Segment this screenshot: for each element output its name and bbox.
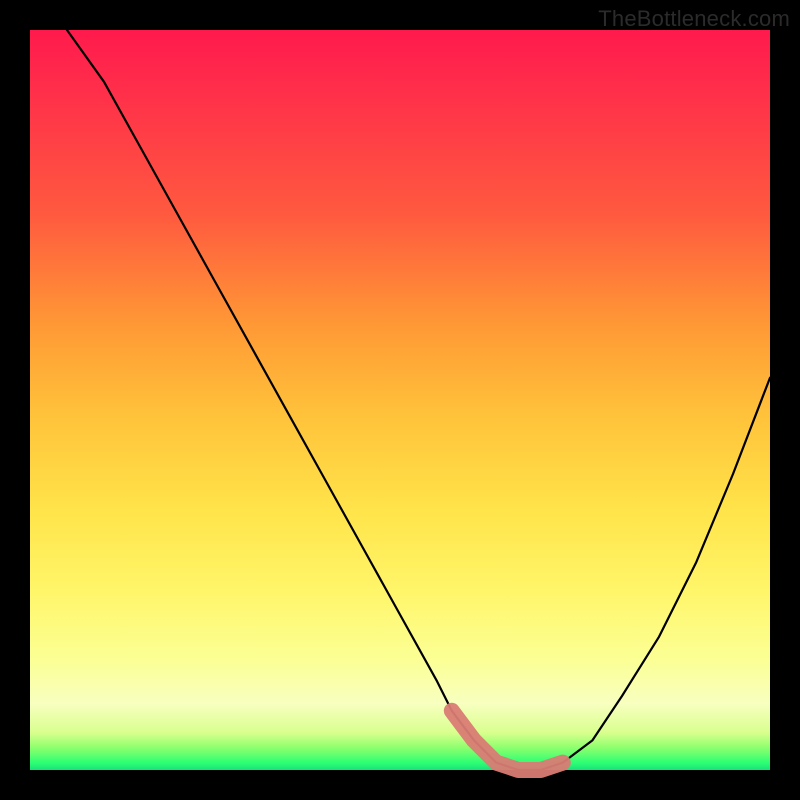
chart-svg <box>30 30 770 770</box>
bottleneck-curve <box>67 30 770 770</box>
chart-frame: TheBottleneck.com <box>0 0 800 800</box>
watermark-text: TheBottleneck.com <box>598 6 790 32</box>
optimal-band-marker <box>452 711 563 770</box>
